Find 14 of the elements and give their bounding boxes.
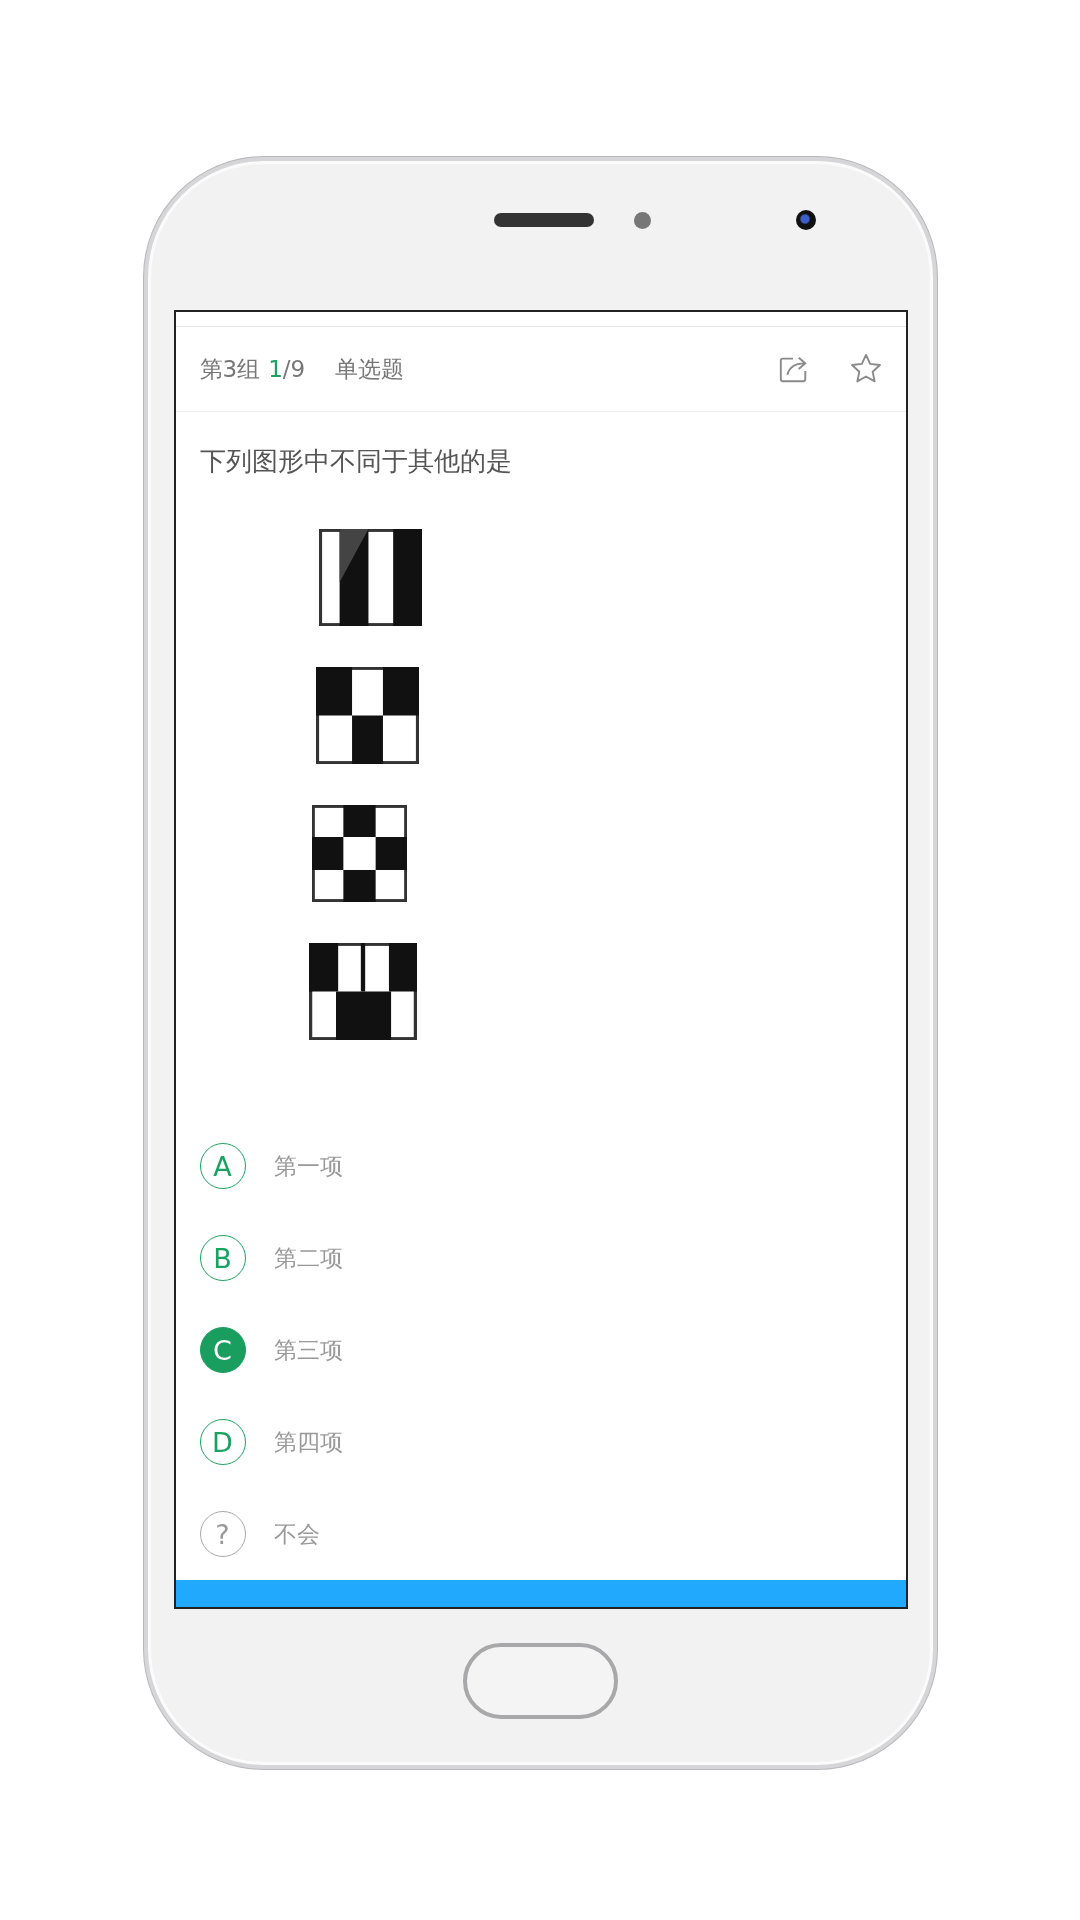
group-label: 第3组 [199, 354, 261, 384]
answer-option[interactable]: A 第一项 [175, 1120, 906, 1212]
answer-option[interactable]: B 第二项 [175, 1212, 906, 1304]
question-text: 下列图形中不同于其他的是 [198, 445, 513, 478]
question-total: /9 [282, 356, 306, 382]
option-letter: C [199, 1327, 246, 1373]
answer-option[interactable]: C 第三项 [175, 1304, 906, 1396]
answer-option[interactable]: ? 不会 [175, 1488, 906, 1580]
current-question-number: 1 [268, 356, 283, 382]
camera-lens [796, 210, 816, 230]
sensor-dot [634, 212, 651, 229]
star-icon[interactable] [849, 353, 882, 385]
question-type: 单选题 [335, 354, 405, 384]
answer-option[interactable]: D 第四项 [175, 1396, 906, 1488]
